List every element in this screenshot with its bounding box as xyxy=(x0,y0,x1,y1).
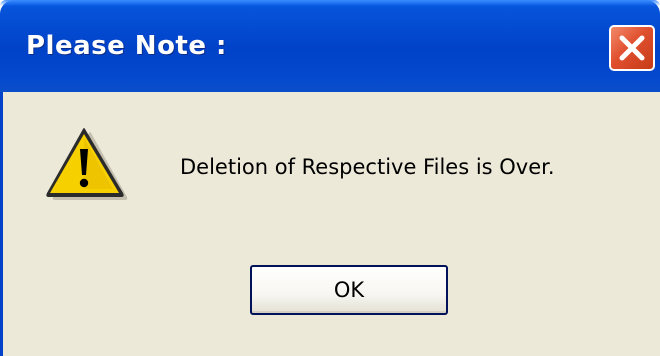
dialog-body: Deletion of Respective Files is Over. OK xyxy=(0,92,660,356)
close-icon xyxy=(619,35,645,61)
dialog-message: Deletion of Respective Files is Over. xyxy=(180,155,555,179)
dialog-title: Please Note : xyxy=(26,31,227,61)
warning-icon xyxy=(46,128,128,200)
message-dialog: Please Note : Deletion of Respective Fil… xyxy=(0,0,660,356)
ok-button[interactable]: OK xyxy=(250,265,448,315)
close-button[interactable] xyxy=(609,25,655,71)
title-bar[interactable]: Please Note : xyxy=(0,0,660,92)
